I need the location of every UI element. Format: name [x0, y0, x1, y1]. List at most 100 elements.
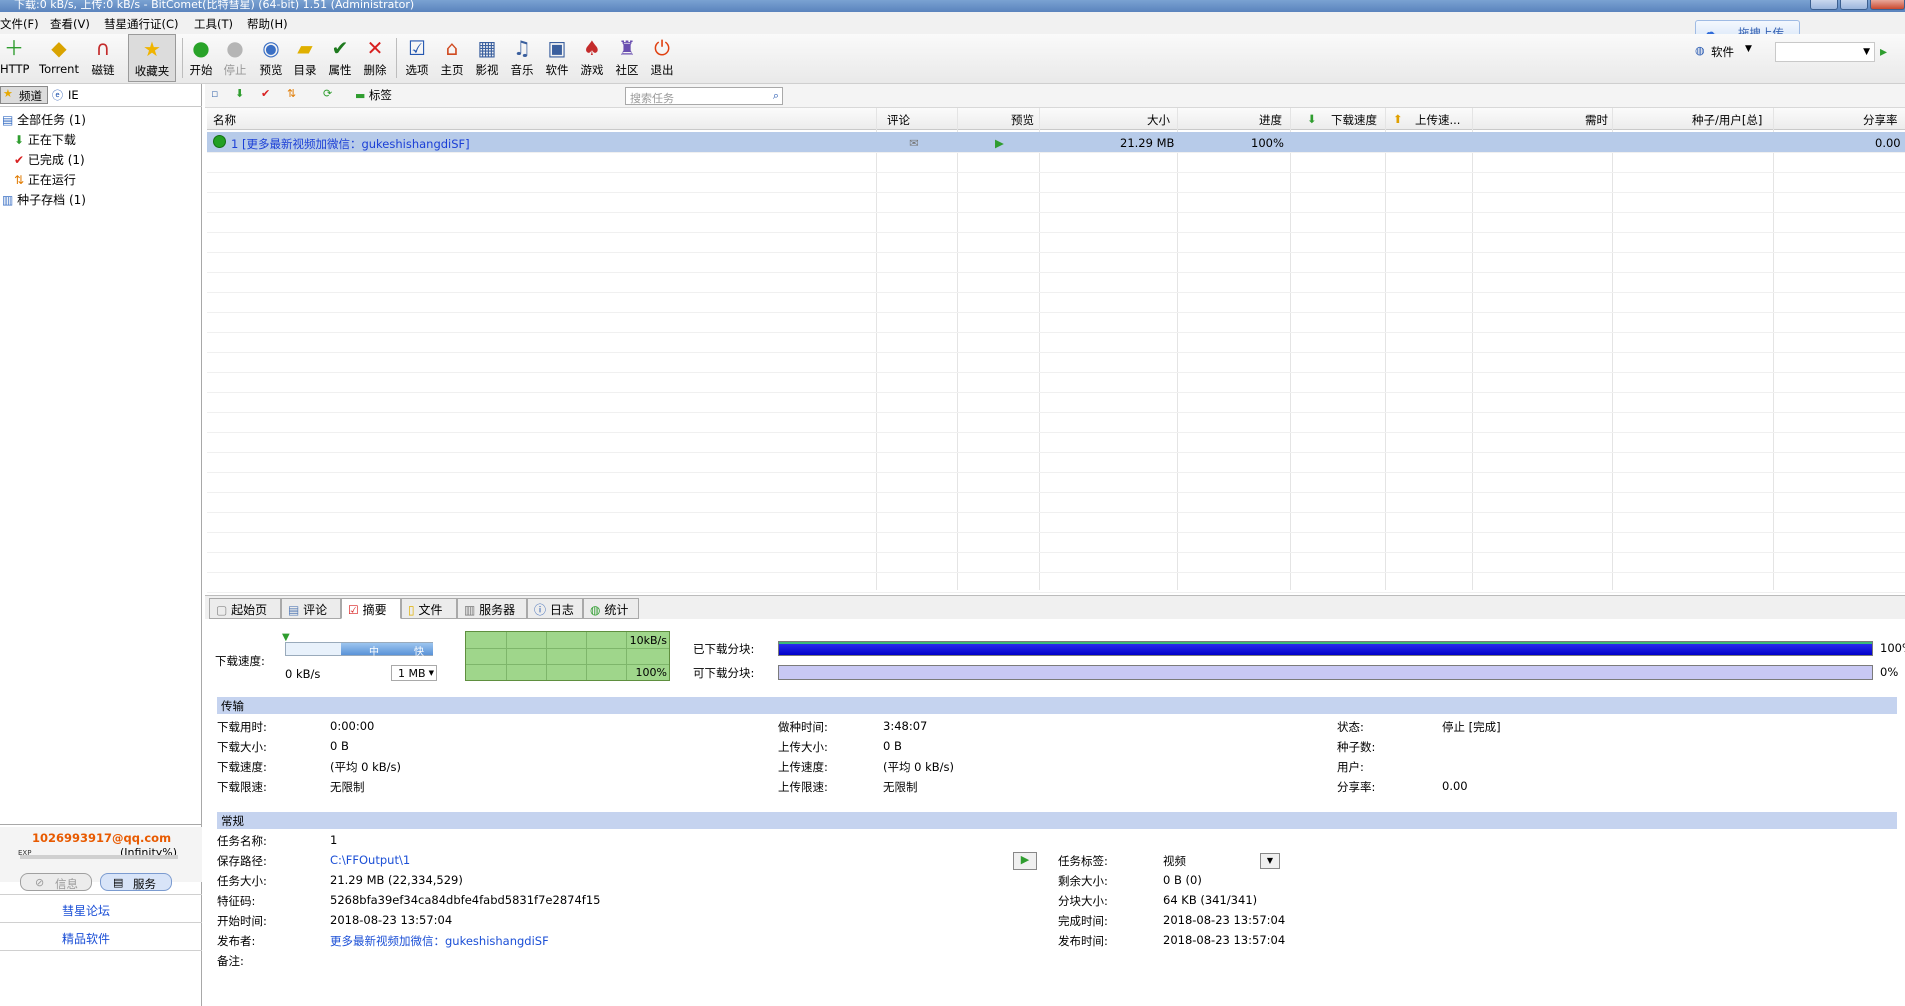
empty-row-line	[207, 372, 1905, 373]
properties-icon: ✔	[331, 36, 349, 60]
new-task-icon[interactable]: ▫	[211, 87, 218, 100]
close-button[interactable]	[1870, 0, 1905, 10]
empty-row-line	[207, 512, 1905, 513]
transfer-section-header: 传输	[217, 697, 1897, 714]
menu-view[interactable]: 查看(V)	[50, 16, 90, 32]
movie-button[interactable]: ▦ 影视	[472, 34, 502, 82]
folder-icon: ▰	[297, 36, 313, 60]
col-upload-speed[interactable]: 上传速...	[1415, 112, 1460, 128]
menu-passport[interactable]: 彗星通行证(C)	[104, 16, 179, 32]
general-right-1-label: 剩余大小:	[1058, 874, 1108, 888]
check-icon[interactable]: ✔	[261, 87, 270, 100]
folder-button[interactable]: ▰ 目录	[290, 34, 320, 82]
music-button[interactable]: ♫ 音乐	[507, 34, 537, 82]
minimize-button[interactable]	[1810, 0, 1838, 10]
tab-summary[interactable]: ☑ 摘要	[341, 598, 401, 619]
search-input[interactable]: 搜索任务 ⌕	[625, 87, 783, 105]
general-left-6-label: 备注:	[217, 954, 244, 968]
tag-button[interactable]: ▬ 标签	[355, 87, 392, 105]
service-button[interactable]: ▤ 服务	[100, 873, 172, 891]
col-name[interactable]: 名称	[213, 112, 236, 128]
col-size[interactable]: 大小	[1147, 112, 1170, 128]
search-icon: ⌕	[772, 89, 779, 102]
forum-link[interactable]: 彗星论坛	[62, 902, 110, 919]
maximize-button[interactable]	[1840, 0, 1868, 10]
favorites-button[interactable]: ★ 收藏夹	[128, 34, 176, 82]
col-download-speed[interactable]: 下载速度	[1331, 112, 1377, 128]
download-arrow-icon[interactable]: ⬇	[235, 87, 244, 100]
speed-limit-select[interactable]: 1 MB ▼	[391, 665, 437, 681]
menu-help[interactable]: 帮助(H)	[247, 16, 288, 32]
properties-button[interactable]: ✔ 属性	[325, 34, 355, 82]
speed-slider[interactable]: 中 快	[285, 642, 433, 658]
upload-arrow-icon: ⬆	[1393, 112, 1403, 126]
service-icon: ▤	[113, 876, 124, 889]
task-name[interactable]: 1 [更多最新视频加微信：gukeshishangdiSF]	[231, 136, 470, 152]
info-button[interactable]: ⊘ 信息	[20, 873, 92, 891]
tab-servers[interactable]: ▥ 服务器	[457, 598, 527, 619]
tab-start-page[interactable]: ▢ 起始页	[209, 598, 281, 619]
updown-arrow-icon[interactable]: ⇅	[287, 87, 296, 100]
refresh-icon[interactable]: ⟳	[323, 87, 332, 100]
download-arrow-icon: ⬇	[1307, 112, 1317, 126]
all-tasks-icon: ▤	[2, 113, 14, 127]
start-button[interactable]: ● 开始	[186, 34, 216, 82]
general-left-4-label: 开始时间:	[217, 914, 267, 928]
col-preview[interactable]: 预览	[1011, 112, 1034, 128]
tag-dropdown-button[interactable]: ▼	[1260, 853, 1280, 869]
sidebar-item-torrent-archive[interactable]: ▥ 种子存档 (1)	[2, 191, 86, 208]
tab-stats[interactable]: ◍ 统计	[583, 598, 639, 619]
preview-play-icon[interactable]: ▶	[995, 136, 1004, 150]
col-comment[interactable]: 评论	[887, 112, 910, 128]
user-email[interactable]: 1026993917@qq.com	[32, 831, 171, 845]
col-seeds-peers[interactable]: 种子/用户[总]	[1692, 112, 1762, 128]
stop-button[interactable]: ● 停止	[220, 34, 250, 82]
col-time-left[interactable]: 需时	[1585, 112, 1608, 128]
tab-channel[interactable]: ★ 频道	[0, 86, 48, 104]
empty-row-line	[207, 472, 1905, 473]
col-progress[interactable]: 进度	[1259, 112, 1282, 128]
transfer-col1-1-label: 下载大小:	[217, 740, 267, 754]
sidebar-item-completed[interactable]: ✔ 已完成 (1)	[14, 151, 85, 168]
community-button[interactable]: ♜ 社区	[612, 34, 642, 82]
go-icon[interactable]: ▸	[1880, 44, 1887, 60]
menu-file[interactable]: 文件(F)	[0, 16, 39, 32]
add-torrent-button[interactable]: ◆ Torrent	[36, 34, 82, 82]
available-pieces-pct: 0%	[1880, 665, 1899, 679]
tab-ie[interactable]: ⓔ IE	[52, 87, 92, 103]
col-share-ratio[interactable]: 分享率	[1863, 112, 1898, 128]
tab-files[interactable]: ▯ 文件	[401, 598, 457, 619]
software-dropdown[interactable]: ◍ 软件 ▼	[1695, 44, 1755, 60]
delete-icon: ✕	[366, 36, 384, 60]
chevron-down-icon: ▼	[1863, 47, 1870, 57]
general-right-2-label: 分块大小:	[1058, 894, 1108, 908]
table-row[interactable]: 1 [更多最新视频加微信：gukeshishangdiSF] ✉ ▶ 21.29…	[207, 132, 1905, 152]
sidebar-item-running[interactable]: ⇅ 正在运行	[14, 171, 76, 188]
tab-comment[interactable]: ▤ 评论	[281, 598, 341, 619]
transfer-col2-0-label: 做种时间:	[778, 720, 828, 734]
sidebar-item-all[interactable]: ▤ 全部任务 (1)	[2, 111, 86, 128]
sidebar-item-downloading[interactable]: ⬇ 正在下载	[14, 131, 76, 148]
home-button[interactable]: ⌂ 主页	[437, 34, 467, 82]
software-link[interactable]: 精品软件	[62, 930, 110, 947]
software-button[interactable]: ▣ 软件	[542, 34, 572, 82]
general-left-1-value: C:\FFOutput\1	[330, 853, 411, 867]
downloaded-pieces-label: 已下载分块:	[693, 642, 755, 656]
tab-log[interactable]: ⓘ 日志	[527, 598, 583, 619]
play-button[interactable]: ▶	[1013, 852, 1037, 870]
check-icon: ☑	[348, 603, 359, 617]
transfer-col2-1-value: 0 B	[883, 739, 902, 753]
preview-button[interactable]: ◉ 预览	[256, 34, 286, 82]
magnet-button[interactable]: ∩ 磁链	[88, 34, 118, 82]
comment-icon[interactable]: ✉	[909, 136, 919, 150]
delete-button[interactable]: ✕ 删除	[360, 34, 390, 82]
channel-select[interactable]: ▼	[1775, 42, 1875, 62]
game-button[interactable]: ♠ 游戏	[577, 34, 607, 82]
exit-button[interactable]: ⏻ 退出	[647, 34, 677, 82]
log-icon: ⓘ	[534, 603, 547, 617]
general-left-0-value: 1	[330, 833, 338, 847]
menu-tools[interactable]: 工具(T)	[194, 16, 233, 32]
downloaded-pieces-bar	[778, 641, 1873, 656]
options-button[interactable]: ☑ 选项	[402, 34, 432, 82]
add-http-button[interactable]: ＋ HTTP	[0, 34, 29, 82]
